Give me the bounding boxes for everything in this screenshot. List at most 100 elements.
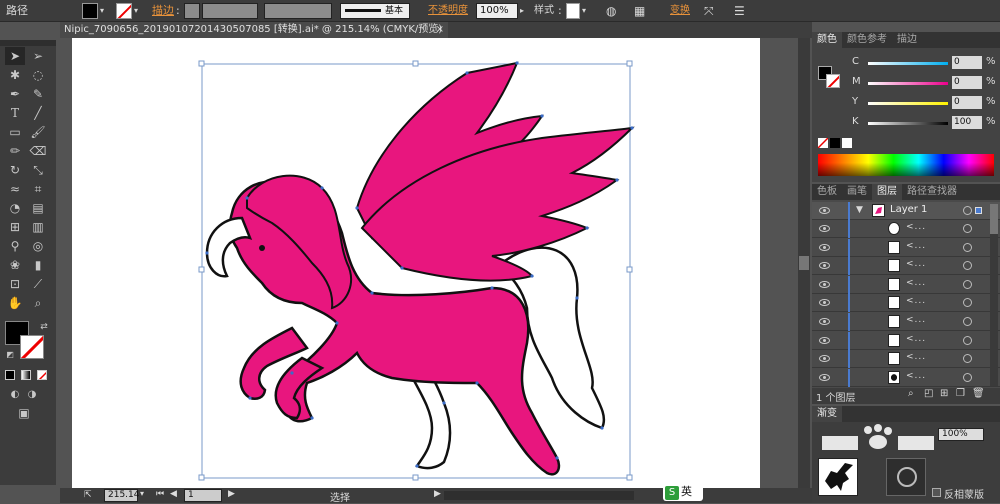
sublayer-label[interactable]: <... [906, 334, 926, 344]
visibility-eye-icon[interactable] [819, 355, 830, 363]
zoom-dropdown-icon[interactable]: ▾ [140, 489, 144, 498]
gradient-icon[interactable]: ▥ [28, 218, 48, 236]
shape-builder-icon[interactable]: ◔ [5, 199, 25, 217]
artboard[interactable] [72, 38, 760, 488]
lasso-icon[interactable]: ◌ [28, 66, 48, 84]
fill-dropdown-icon[interactable]: ▾ [100, 3, 104, 19]
sublayer-row[interactable]: <... [812, 350, 1000, 369]
pegasus-artwork[interactable] [72, 38, 760, 488]
target-ring-icon[interactable] [963, 354, 972, 364]
invert-mask-checkbox[interactable] [932, 488, 941, 497]
sublayer-row[interactable]: <... [812, 313, 1000, 331]
lower-opacity-field[interactable]: 100% [938, 428, 984, 441]
none-mode-button[interactable] [37, 370, 47, 380]
artboard-icon[interactable]: ⊡ [5, 275, 25, 293]
zoom-icon[interactable]: ⌕ [28, 294, 48, 312]
status-menu-icon[interactable]: ▶ [434, 489, 441, 499]
make-clipping-mask-icon[interactable]: ◰ [924, 388, 933, 399]
stroke-weight-dropdown[interactable] [202, 3, 258, 19]
expand-triangle-icon[interactable]: ▼ [856, 205, 863, 215]
draw-behind-icon[interactable]: ◑ [22, 386, 42, 404]
direct-selection-icon[interactable]: ➢ [28, 47, 48, 65]
target-ring-icon[interactable] [963, 335, 972, 345]
stroke-weight-field[interactable] [184, 3, 200, 19]
visibility-eye-icon[interactable] [819, 373, 830, 381]
tab-gradient[interactable]: 渐变 [812, 406, 842, 422]
eyedropper-icon[interactable]: ⚲ [5, 237, 25, 255]
perspective-grid-icon[interactable]: ▤ [28, 199, 48, 217]
line-icon[interactable]: ╱ [28, 104, 48, 122]
screen-mode-icon[interactable]: ▣ [14, 404, 34, 422]
selection-icon[interactable]: ➤ [5, 47, 25, 65]
tab-brushes[interactable]: 画笔 [842, 184, 872, 200]
sublayer-label[interactable]: <... [906, 296, 926, 306]
visibility-eye-icon[interactable] [819, 262, 830, 270]
paintbrush-icon[interactable]: 🖌 [28, 123, 48, 141]
magic-wand-icon[interactable]: ✱ [5, 66, 25, 84]
brush-definition-field[interactable]: 基本 [340, 3, 410, 19]
sublayer-row[interactable]: <... [812, 257, 1000, 276]
new-layer-icon[interactable]: ❐ [956, 388, 965, 399]
pen-icon[interactable]: ✒ [5, 85, 25, 103]
tab-color-guide[interactable]: 颜色参考 [842, 32, 892, 48]
channel-k-slider[interactable] [868, 122, 948, 125]
sublayer-label[interactable]: <... [906, 371, 926, 381]
ime-badge[interactable]: S英 [663, 483, 703, 501]
target-ring-icon[interactable] [963, 279, 972, 289]
layers-scrollbar[interactable] [990, 204, 998, 386]
sublayer-row[interactable]: <... [812, 294, 1000, 313]
tab-stroke[interactable]: 描边 [892, 32, 922, 48]
sublayer-row[interactable]: <... [812, 331, 1000, 350]
close-icon[interactable]: × [436, 22, 444, 38]
stroke-link[interactable]: 描边 [152, 3, 174, 19]
horizontal-scrollbar[interactable] [444, 491, 634, 500]
style-dropdown-icon[interactable]: ▾ [582, 3, 586, 19]
hand-icon[interactable]: ✋ [5, 294, 25, 312]
tab-color[interactable]: 颜色 [812, 32, 842, 48]
first-artboard-icon[interactable]: ⏮ [156, 489, 164, 499]
sublayer-label[interactable]: <... [906, 259, 926, 269]
opacity-dropdown-icon[interactable]: ▸ [520, 3, 524, 19]
graph-icon[interactable]: ▮ [28, 256, 48, 274]
delete-layer-icon[interactable]: 🗑 [972, 388, 985, 399]
arrange-icon[interactable]: ☰ [734, 3, 745, 19]
visibility-eye-icon[interactable] [819, 207, 830, 214]
target-ring-icon[interactable] [963, 206, 972, 215]
tab-pathfinder[interactable]: 路径查找器 [902, 184, 962, 200]
channel-y-slider[interactable] [868, 102, 948, 105]
recolor-icon[interactable]: ◍ [606, 3, 616, 19]
scroll-thumb[interactable] [799, 256, 809, 270]
layer-row-main[interactable]: ▼ Layer 1 [812, 202, 1000, 220]
channel-m-value[interactable]: 0 [952, 76, 982, 89]
zoom-field[interactable]: 215.14 [104, 489, 140, 502]
fill-swatch[interactable] [82, 3, 98, 19]
visibility-eye-icon[interactable] [819, 280, 830, 288]
free-transform-icon[interactable]: ⌗ [28, 180, 48, 198]
channel-c-slider[interactable] [868, 62, 948, 65]
target-ring-icon[interactable] [963, 372, 972, 382]
prev-artboard-icon[interactable]: ◀ [170, 489, 177, 499]
warp-icon[interactable]: ≈ [5, 180, 25, 198]
next-artboard-icon[interactable]: ▶ [228, 489, 235, 499]
sublayer-label[interactable]: <... [906, 352, 926, 362]
color-mode-button[interactable] [5, 370, 15, 380]
rectangle-icon[interactable]: ▭ [5, 123, 25, 141]
layer-name[interactable]: Layer 1 [890, 204, 927, 215]
channel-k-value[interactable]: 100 [952, 116, 982, 129]
symbol-sprayer-icon[interactable]: ❀ [5, 256, 25, 274]
align-icon[interactable]: ▦ [634, 3, 645, 19]
visibility-eye-icon[interactable] [819, 243, 830, 251]
visibility-eye-icon[interactable] [819, 299, 830, 307]
tab-layers[interactable]: 图层 [872, 184, 902, 200]
opacity-field[interactable]: 100% [476, 3, 518, 19]
channel-m-slider[interactable] [868, 82, 948, 85]
rotate-icon[interactable]: ↻ [5, 161, 25, 179]
channel-c-value[interactable]: 0 [952, 56, 982, 69]
vertical-scrollbar[interactable] [798, 38, 810, 488]
visibility-eye-icon[interactable] [819, 318, 830, 325]
layers-scroll-thumb[interactable] [990, 204, 998, 234]
mask-thumbnail-left[interactable] [818, 458, 858, 496]
color-spectrum[interactable] [818, 154, 994, 176]
type-icon[interactable]: T [5, 104, 25, 122]
target-ring-icon[interactable] [963, 317, 972, 326]
